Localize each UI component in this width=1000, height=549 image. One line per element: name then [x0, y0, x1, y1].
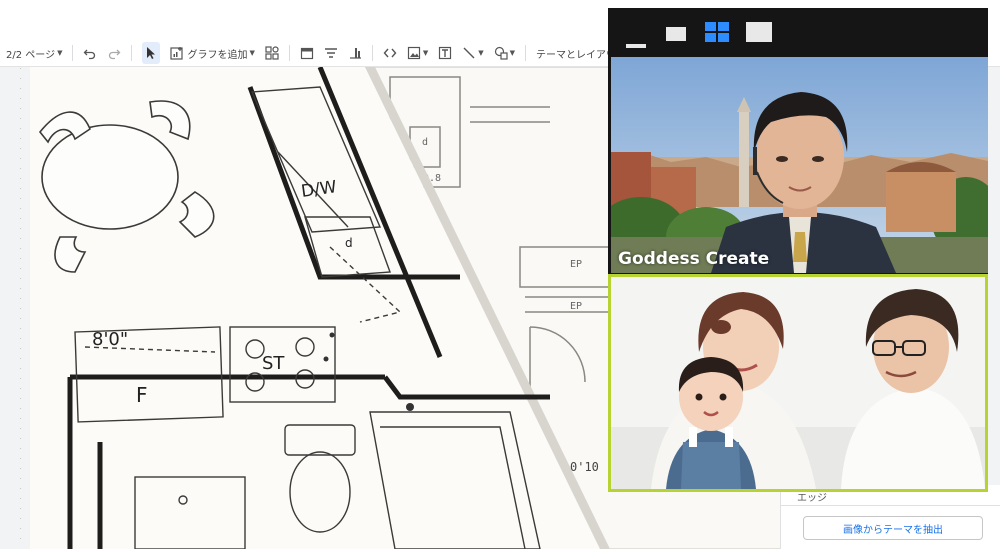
participant-tile-goddess-create[interactable]: Goddess Create — [611, 57, 988, 273]
undo-icon — [84, 49, 96, 60]
svg-text:EP: EP — [570, 301, 582, 312]
svg-text:d: d — [422, 137, 428, 148]
insert-line-button[interactable]: ▼ — [462, 42, 484, 64]
insert-shape-button[interactable]: ▼ — [494, 42, 515, 64]
minimize-view-button[interactable] — [626, 34, 646, 53]
shapes-icon — [494, 46, 508, 60]
sort-icon — [349, 48, 361, 59]
insert-image-button[interactable]: ▼ — [407, 42, 428, 64]
filter-button[interactable] — [324, 42, 338, 64]
call-view-controls — [608, 8, 988, 56]
chevron-down-icon: ▼ — [422, 49, 429, 57]
participant-tile-family[interactable] — [608, 274, 988, 492]
chevron-down-icon: ▼ — [57, 49, 63, 57]
svg-text:ST: ST — [262, 353, 285, 374]
embed-code-button[interactable] — [383, 42, 397, 64]
cursor-icon — [147, 47, 156, 59]
single-tile-icon — [666, 27, 686, 41]
properties-panel: エッジ 画像からテーマを抽出 — [780, 485, 1000, 549]
panel-divider — [781, 505, 1000, 506]
toolbar-divider — [371, 45, 373, 61]
page-selector[interactable]: 2/2 ページ ▼ — [6, 42, 62, 64]
toolbar-divider — [288, 45, 290, 61]
gallery-view-button[interactable] — [705, 22, 729, 46]
line-icon — [463, 47, 475, 59]
image-icon — [407, 46, 420, 60]
sort-button[interactable] — [348, 42, 362, 64]
toolbar-divider — [72, 45, 74, 61]
undo-button[interactable] — [83, 42, 97, 64]
add-chart-button[interactable]: グラフを追加 ▼ — [170, 42, 255, 64]
grid-icon — [705, 22, 729, 42]
svg-text:d: d — [345, 236, 353, 250]
calendar-icon — [300, 47, 313, 60]
chevron-down-icon: ▼ — [249, 49, 255, 57]
participant-video — [611, 57, 988, 273]
controls-icon — [265, 46, 279, 60]
chevron-down-icon: ▼ — [478, 49, 484, 57]
participant-name: Goddess Create — [618, 249, 770, 269]
redo-icon — [109, 49, 121, 60]
svg-text:0'10: 0'10 — [570, 460, 599, 474]
add-control-button[interactable] — [265, 42, 279, 64]
page-indicator: 2/2 ページ — [6, 49, 56, 61]
filter-icon — [324, 48, 337, 58]
chevron-down-icon: ▼ — [509, 49, 516, 57]
vertical-ruler — [20, 68, 21, 548]
add-chart-icon — [170, 47, 184, 60]
fullscreen-view-button[interactable] — [746, 22, 772, 46]
video-call-window[interactable]: Goddess Create — [608, 8, 988, 492]
svg-text:8'0": 8'0" — [92, 329, 128, 350]
participant-video — [611, 277, 985, 489]
redo-button[interactable] — [107, 42, 121, 64]
svg-text:EP: EP — [570, 259, 582, 270]
fullscreen-icon — [746, 22, 772, 42]
date-range-button[interactable] — [300, 42, 314, 64]
insert-text-button[interactable] — [438, 42, 452, 64]
text-box-icon — [439, 46, 452, 60]
toolbar-divider — [131, 45, 133, 61]
minimize-icon — [626, 44, 646, 48]
code-icon — [383, 48, 397, 58]
add-chart-label: グラフを追加 — [187, 49, 248, 61]
select-tool-button[interactable] — [142, 42, 161, 64]
svg-text:F: F — [136, 383, 148, 407]
speaker-view-button[interactable] — [666, 26, 686, 45]
toolbar-divider — [525, 45, 527, 61]
extract-theme-from-image-button[interactable]: 画像からテーマを抽出 — [803, 516, 983, 540]
